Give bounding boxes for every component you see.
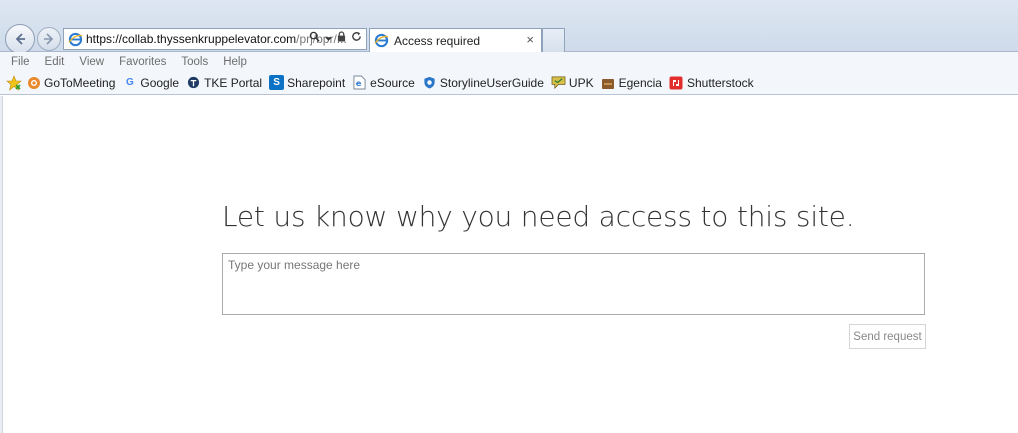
- ie-page-icon: [67, 31, 83, 47]
- menu-edit[interactable]: Edit: [45, 56, 65, 68]
- tab-close-icon[interactable]: ×: [526, 32, 534, 47]
- menu-help[interactable]: Help: [223, 56, 247, 68]
- favorite-sharepoint[interactable]: S Sharepoint: [269, 75, 345, 90]
- ie-page-icon: e: [352, 75, 367, 90]
- dropdown-arrow-icon[interactable]: [325, 31, 332, 45]
- new-tab-button[interactable]: [542, 28, 565, 52]
- google-icon: G: [125, 77, 134, 88]
- menu-view[interactable]: View: [79, 56, 104, 68]
- speech-bubble-icon: [551, 75, 566, 90]
- favorite-label: TKE Portal: [204, 75, 263, 90]
- favorite-label: GoToMeeting: [44, 75, 116, 90]
- favorites-bar: GoToMeeting G Google TKE Portal S Sharep…: [0, 71, 1018, 95]
- access-request-message-input[interactable]: [222, 253, 925, 315]
- url-host: https://collab.thyssenkruppelevator.com: [86, 32, 297, 46]
- favorite-esource[interactable]: e eSource: [352, 75, 415, 90]
- refresh-icon[interactable]: [351, 31, 362, 45]
- lock-icon[interactable]: [337, 31, 346, 45]
- svg-text:e: e: [356, 78, 362, 88]
- forward-arrow-icon: [44, 33, 54, 45]
- favorite-label: eSource: [370, 75, 415, 90]
- favorite-storylineuserguide[interactable]: StorylineUserGuide: [422, 75, 544, 90]
- favorite-google[interactable]: G Google: [122, 75, 179, 90]
- favorite-shutterstock[interactable]: Shutterstock: [669, 75, 754, 90]
- favorite-label: Sharepoint: [287, 75, 346, 90]
- favorites-star-icon: [6, 74, 22, 91]
- favorite-tke-portal[interactable]: TKE Portal: [186, 75, 262, 90]
- favorite-label: Shutterstock: [686, 75, 754, 90]
- shutterstock-icon: [669, 75, 684, 90]
- favorite-label: Google: [140, 75, 180, 90]
- menu-bar: File Edit View Favorites Tools Help: [0, 52, 1018, 71]
- search-icon[interactable]: [309, 31, 320, 45]
- send-request-button[interactable]: Send request: [849, 324, 926, 349]
- page-title: Let us know why you need access to this …: [222, 200, 855, 233]
- ie-page-icon: [373, 33, 389, 49]
- sharepoint-icon: S: [269, 75, 285, 90]
- favorite-label: UPK: [568, 75, 594, 90]
- back-button[interactable]: [5, 24, 35, 54]
- favorite-label: StorylineUserGuide: [439, 75, 544, 90]
- favorites-star-button[interactable]: [6, 74, 22, 91]
- favorite-label: Egencia: [618, 75, 662, 90]
- tab-title: Access required: [394, 33, 481, 48]
- menu-favorites[interactable]: Favorites: [119, 56, 166, 68]
- menu-file[interactable]: File: [11, 56, 30, 68]
- shield-icon: [422, 75, 437, 90]
- forward-button[interactable]: [37, 27, 61, 51]
- tab-access-required[interactable]: Access required ×: [369, 28, 542, 52]
- tke-portal-icon: [186, 75, 201, 90]
- favorite-egencia[interactable]: Egencia: [601, 75, 662, 90]
- gotomeeting-icon: [26, 75, 41, 90]
- address-bar[interactable]: https://collab.thyssenkruppelevator.com /…: [63, 28, 367, 50]
- briefcase-icon: [601, 75, 616, 90]
- browser-title-bar: https://collab.thyssenkruppelevator.com /…: [0, 0, 1018, 54]
- menu-tools[interactable]: Tools: [181, 56, 208, 68]
- favorite-upk[interactable]: UPK: [551, 75, 594, 90]
- favorite-gotomeeting[interactable]: GoToMeeting: [26, 75, 115, 90]
- back-arrow-icon: [15, 33, 25, 45]
- page-left-edge: [0, 96, 3, 433]
